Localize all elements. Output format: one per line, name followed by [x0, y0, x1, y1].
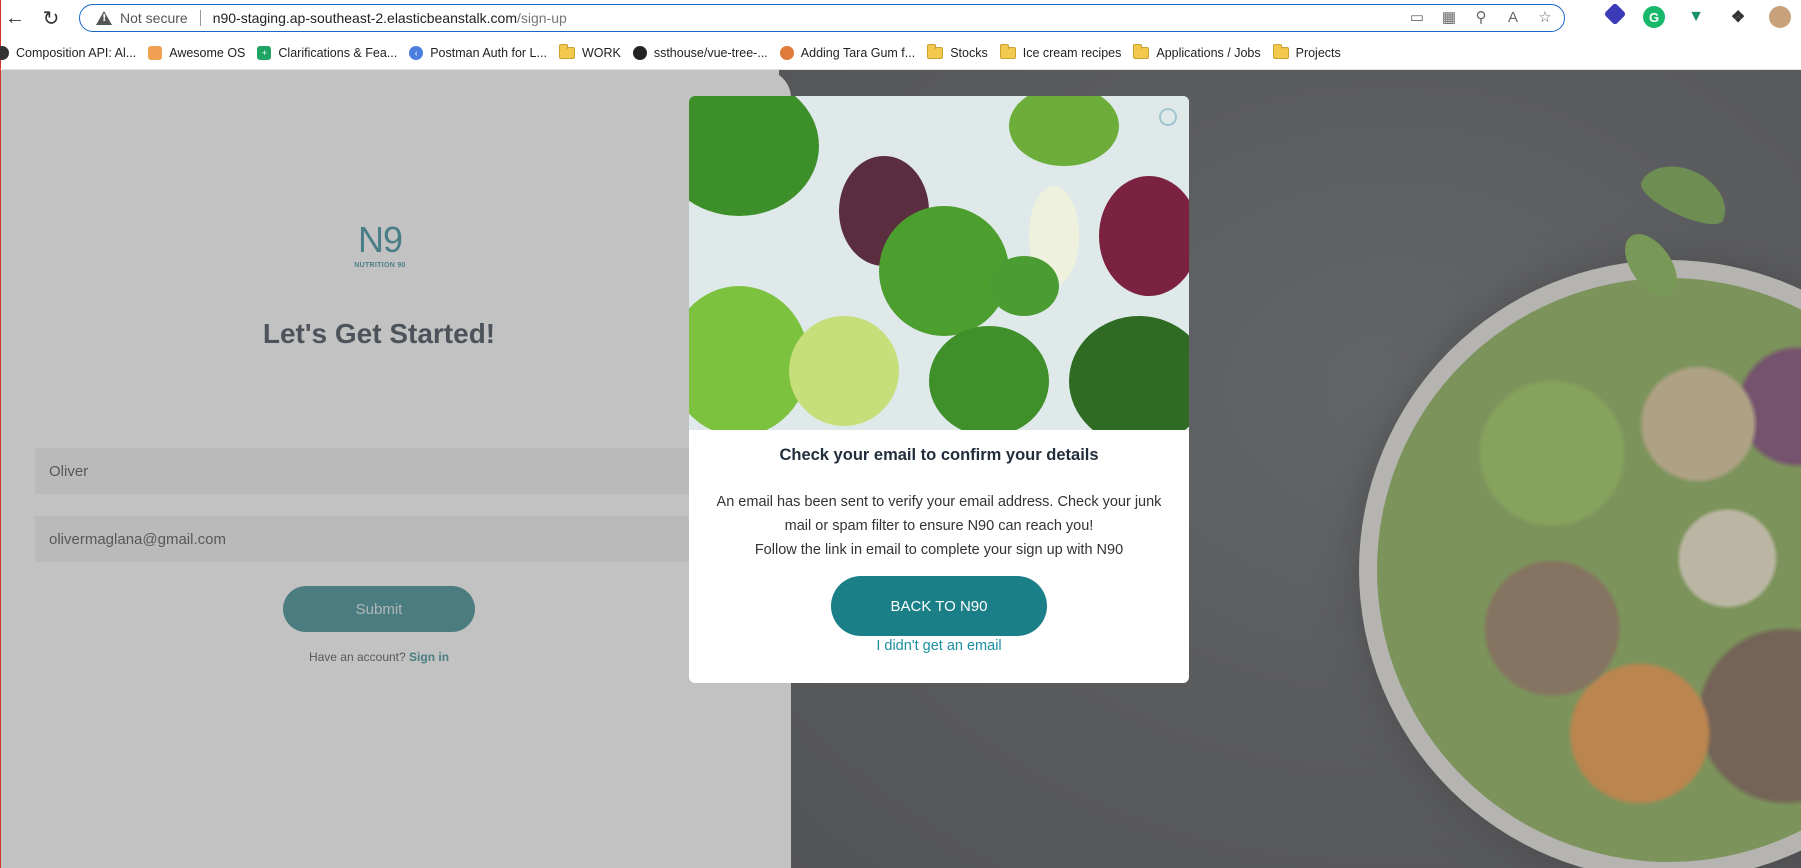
bookmark-item[interactable]: Composition API: Al...: [0, 45, 137, 60]
bookmark-label: Clarifications & Fea...: [278, 45, 398, 60]
extensions-bar: G ▼ ❖: [1603, 2, 1791, 28]
url-host[interactable]: n90-staging.ap-southeast-2.elasticbeanst…: [213, 10, 517, 26]
add-favorite-icon[interactable]: ☆: [1536, 8, 1554, 26]
bookmark-label: Composition API: Al...: [16, 45, 137, 60]
didnt-get-email-link[interactable]: I didn't get an email: [689, 638, 1189, 654]
bookmark-item[interactable]: Awesome OS: [148, 45, 246, 60]
bookmark-label: ssthouse/vue-tree-...: [653, 45, 768, 60]
folder-icon: [558, 43, 575, 59]
bookmark-label: Awesome OS: [169, 45, 246, 60]
back-arrow-icon[interactable]: ←: [1, 4, 29, 32]
awesome-icon: [148, 45, 163, 60]
bookmark-label: Postman Auth for L...: [430, 45, 547, 60]
browser-toolbar: ← ↻ Not secure n90-staging.ap-southeast-…: [0, 0, 1801, 36]
folder-icon: [927, 43, 944, 59]
modal-message: An email has been sent to verify your em…: [709, 490, 1169, 562]
qr-code-icon[interactable]: ▦: [1440, 8, 1458, 26]
app-available-icon[interactable]: ▭: [1408, 8, 1426, 26]
grammarly-icon[interactable]: G: [1643, 6, 1665, 28]
vue-devtools-icon[interactable]: ▼: [1685, 6, 1707, 28]
postman-icon: ‹: [409, 45, 424, 60]
extension-1-icon[interactable]: [1603, 2, 1627, 26]
confirm-email-modal: Check your email to confirm your details…: [689, 96, 1189, 683]
modal-message-line: Follow the link in email to complete you…: [754, 542, 1124, 558]
reload-icon[interactable]: ↻: [37, 4, 65, 32]
folder-icon: [1133, 43, 1150, 59]
lettuce-shape: [689, 96, 819, 216]
bookmarks-bar: Composition API: Al... Awesome OS + Clari…: [0, 36, 1801, 70]
bookmark-item[interactable]: ssthouse/vue-tree-...: [632, 45, 768, 60]
key-icon[interactable]: ⚲: [1472, 8, 1490, 26]
modal-message-line: An email has been sent to verify your em…: [716, 494, 1162, 510]
address-bar[interactable]: Not secure n90-staging.ap-southeast-2.el…: [79, 4, 1565, 32]
kale-shape: [929, 326, 1049, 430]
warning-icon[interactable]: [96, 11, 112, 25]
github-icon: [632, 45, 647, 60]
bookmark-label: Applications / Jobs: [1156, 45, 1261, 60]
modal-message-line: mail or spam filter to ensure N90 can re…: [784, 518, 1094, 534]
bookmark-item[interactable]: ‹ Postman Auth for L...: [409, 45, 547, 60]
romaine-shape: [1009, 96, 1119, 166]
bookmark-label: Stocks: [950, 45, 988, 60]
bookmark-item[interactable]: Stocks: [927, 43, 988, 60]
read-aloud-icon[interactable]: A: [1504, 8, 1522, 26]
url-path[interactable]: /sign-up: [517, 10, 567, 26]
bookmark-label: Adding Tara Gum f...: [800, 45, 916, 60]
bookmark-label: WORK: [581, 45, 621, 60]
bookmark-label: Ice cream recipes: [1022, 45, 1122, 60]
not-secure-label[interactable]: Not secure: [120, 10, 188, 26]
address-bar-actions: ▭ ▦ ⚲ A ☆: [1408, 8, 1554, 27]
red-cabbage-shape: [1099, 176, 1189, 296]
bookmark-item[interactable]: + Clarifications & Fea...: [257, 45, 398, 60]
broccoli-shape: [989, 256, 1059, 316]
bookmark-item[interactable]: Projects: [1272, 43, 1341, 60]
folder-icon: [999, 43, 1016, 59]
bookmark-label: Projects: [1295, 45, 1341, 60]
profile-avatar-icon[interactable]: [1769, 6, 1791, 28]
bookmark-item[interactable]: Ice cream recipes: [999, 43, 1122, 60]
site-icon: [779, 45, 794, 60]
address-separator: [199, 10, 201, 26]
extensions-puzzle-icon[interactable]: ❖: [1727, 6, 1749, 28]
bookmark-item[interactable]: Adding Tara Gum f...: [779, 45, 916, 60]
folder-icon: [1272, 43, 1289, 59]
bookmark-item[interactable]: Applications / Jobs: [1133, 43, 1261, 60]
vue-icon: [0, 45, 9, 60]
sheets-icon: +: [257, 45, 272, 60]
image-settings-icon[interactable]: [1159, 108, 1177, 126]
page-viewport: N9 NUTRITION 90 Let's Get Started! Olive…: [0, 70, 1801, 868]
back-to-n90-button[interactable]: BACK TO N90: [831, 576, 1047, 636]
bookmark-item[interactable]: WORK: [558, 43, 621, 60]
curly-kale-shape: [1069, 316, 1189, 430]
modal-title: Check your email to confirm your details: [779, 446, 1099, 464]
iceberg-shape: [789, 316, 899, 426]
vegetables-image: [689, 96, 1189, 430]
cabbage-shape: [879, 206, 1009, 336]
